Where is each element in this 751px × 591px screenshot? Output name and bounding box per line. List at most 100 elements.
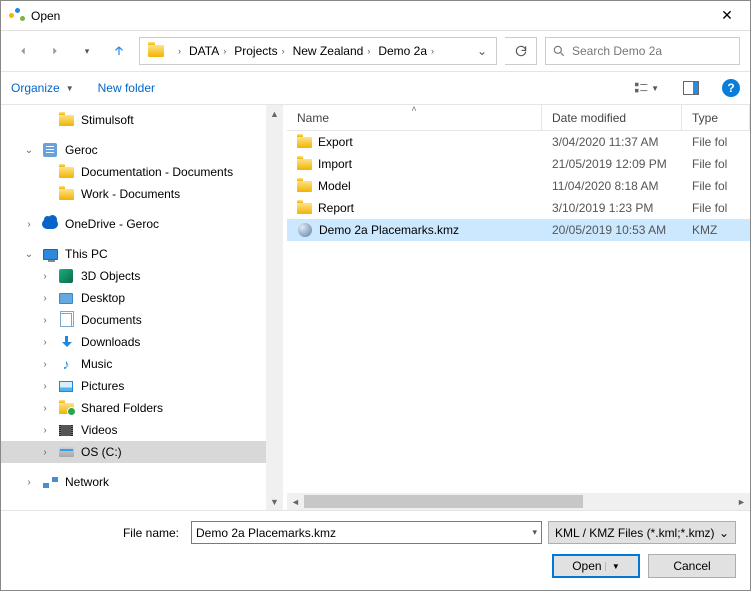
crumb-new-zealand[interactable]: New Zealand›: [289, 44, 375, 58]
arrow-left-icon: [16, 44, 30, 58]
tree-item-music[interactable]: ›♪Music: [1, 353, 283, 375]
expand-icon[interactable]: ›: [39, 293, 51, 304]
drive-icon: [57, 444, 75, 460]
chevron-down-icon: ▼: [605, 562, 620, 571]
file-row[interactable]: Report3/10/2019 1:23 PMFile fol: [287, 197, 750, 219]
tree-item-desktop[interactable]: ›Desktop: [1, 287, 283, 309]
preview-pane-button[interactable]: [678, 77, 704, 99]
app-icon: [9, 8, 25, 24]
recent-button[interactable]: ▾: [75, 39, 99, 63]
tree-item-shared-folders[interactable]: ›Shared Folders: [1, 397, 283, 419]
folder-icon: [297, 181, 312, 192]
up-button[interactable]: [107, 39, 131, 63]
tree-item-videos[interactable]: ›Videos: [1, 419, 283, 441]
tree-item-3d-objects[interactable]: ›3D Objects: [1, 265, 283, 287]
expand-icon[interactable]: ›: [39, 315, 51, 326]
tree-item-network[interactable]: ›Network: [1, 471, 283, 493]
expand-icon[interactable]: ⌄: [23, 249, 35, 260]
window-title: Open: [31, 9, 60, 23]
close-button[interactable]: ✕: [704, 1, 750, 31]
col-date[interactable]: Date modified: [542, 105, 682, 130]
hscroll-right[interactable]: ►: [733, 493, 750, 510]
music-icon: ♪: [57, 356, 75, 372]
new-folder-button[interactable]: New folder: [98, 81, 155, 95]
crumb-root[interactable]: ›: [170, 38, 185, 64]
address-dropdown[interactable]: ⌄: [470, 44, 494, 58]
expand-icon[interactable]: ›: [39, 381, 51, 392]
arrow-up-icon: [112, 44, 126, 58]
tree-item-downloads[interactable]: ›Downloads: [1, 331, 283, 353]
search-placeholder: Search Demo 2a: [572, 44, 662, 58]
col-name[interactable]: ˄ Name: [287, 105, 542, 130]
folder-icon: [57, 164, 75, 180]
pic-icon: [57, 378, 75, 394]
folder-icon: [297, 137, 312, 148]
horizontal-scrollbar[interactable]: ◄ ►: [287, 493, 750, 510]
tree-item-os-c-[interactable]: ›OS (C:): [1, 441, 283, 463]
expand-icon[interactable]: ›: [39, 359, 51, 370]
crumb-demo-2a[interactable]: Demo 2a›: [374, 44, 438, 58]
expand-icon[interactable]: ›: [39, 425, 51, 436]
toolbar: Organize ▼ New folder ▼ ?: [1, 71, 750, 105]
folder-icon: [57, 186, 75, 202]
help-button[interactable]: ?: [722, 79, 740, 97]
shared-icon: [57, 400, 75, 416]
sort-asc-icon: ˄: [411, 104, 416, 114]
column-headers: ˄ Name Date modified Type: [287, 105, 750, 131]
address-bar[interactable]: › DATA›Projects›New Zealand›Demo 2a› ⌄: [139, 37, 497, 65]
tree-item-this-pc[interactable]: ⌄This PC: [1, 243, 283, 265]
chevron-down-icon: ▼: [66, 84, 74, 93]
hscroll-left[interactable]: ◄: [287, 493, 304, 510]
tree-scrollbar[interactable]: [266, 105, 283, 510]
expand-icon[interactable]: ›: [39, 271, 51, 282]
chevron-down-icon[interactable]: ▾: [532, 527, 537, 538]
back-button[interactable]: [11, 39, 35, 63]
crumb-data[interactable]: DATA›: [185, 44, 230, 58]
filetype-select[interactable]: KML / KMZ Files (*.kml;*.kmz) ⌄: [548, 521, 736, 544]
expand-icon[interactable]: ›: [23, 219, 35, 230]
file-list[interactable]: Export3/04/2020 11:37 AMFile folImport21…: [287, 131, 750, 493]
refresh-icon: [514, 44, 528, 58]
file-pane: ˄ Name Date modified Type Export3/04/202…: [287, 105, 750, 510]
tree-item-stimulsoft[interactable]: Stimulsoft: [1, 109, 283, 131]
filename-label: File name:: [15, 526, 185, 540]
expand-icon[interactable]: ›: [23, 477, 35, 488]
folder-icon: [297, 203, 312, 214]
file-row[interactable]: Import21/05/2019 12:09 PMFile fol: [287, 153, 750, 175]
tree-item-onedrive-geroc[interactable]: ›OneDrive - Geroc: [1, 213, 283, 235]
search-input[interactable]: Search Demo 2a: [545, 37, 740, 65]
col-type[interactable]: Type: [682, 105, 750, 130]
forward-button[interactable]: [43, 39, 67, 63]
filename-input[interactable]: Demo 2a Placemarks.kmz ▾: [191, 521, 542, 544]
tree-item-documents[interactable]: ›Documents: [1, 309, 283, 331]
folder-icon: [146, 41, 166, 61]
tree-item-geroc[interactable]: ⌄Geroc: [1, 139, 283, 161]
nav-tree[interactable]: Stimulsoft ⌄GerocDocumentation - Document…: [1, 105, 283, 510]
tree-item-documentation-documents[interactable]: Documentation - Documents: [1, 161, 283, 183]
arrow-right-icon: [48, 44, 62, 58]
file-row[interactable]: Demo 2a Placemarks.kmz20/05/2019 10:53 A…: [287, 219, 750, 241]
main-area: Stimulsoft ⌄GerocDocumentation - Document…: [1, 105, 750, 511]
tree-item-pictures[interactable]: ›Pictures: [1, 375, 283, 397]
refresh-button[interactable]: [505, 37, 537, 65]
expand-icon[interactable]: ›: [39, 337, 51, 348]
3d-icon: [57, 268, 75, 284]
open-button[interactable]: Open ▼: [552, 554, 640, 578]
expand-icon[interactable]: ›: [39, 447, 51, 458]
view-options-button[interactable]: ▼: [634, 77, 660, 99]
file-row[interactable]: Export3/04/2020 11:37 AMFile fol: [287, 131, 750, 153]
hscroll-thumb[interactable]: [304, 495, 583, 508]
expand-icon[interactable]: ⌄: [23, 145, 35, 156]
desktop-icon: [57, 290, 75, 306]
crumb-projects[interactable]: Projects›: [230, 44, 288, 58]
expand-icon[interactable]: ›: [39, 403, 51, 414]
cancel-button[interactable]: Cancel: [648, 554, 736, 578]
building-icon: [41, 142, 59, 158]
view-icon: [635, 81, 649, 95]
net-icon: [41, 474, 59, 490]
tree-item-work-documents[interactable]: Work - Documents: [1, 183, 283, 205]
file-row[interactable]: Model11/04/2020 8:18 AMFile fol: [287, 175, 750, 197]
tree-scroll-up[interactable]: ▲: [266, 105, 283, 122]
organize-menu[interactable]: Organize ▼: [11, 81, 74, 95]
tree-scroll-down[interactable]: ▼: [266, 493, 283, 510]
